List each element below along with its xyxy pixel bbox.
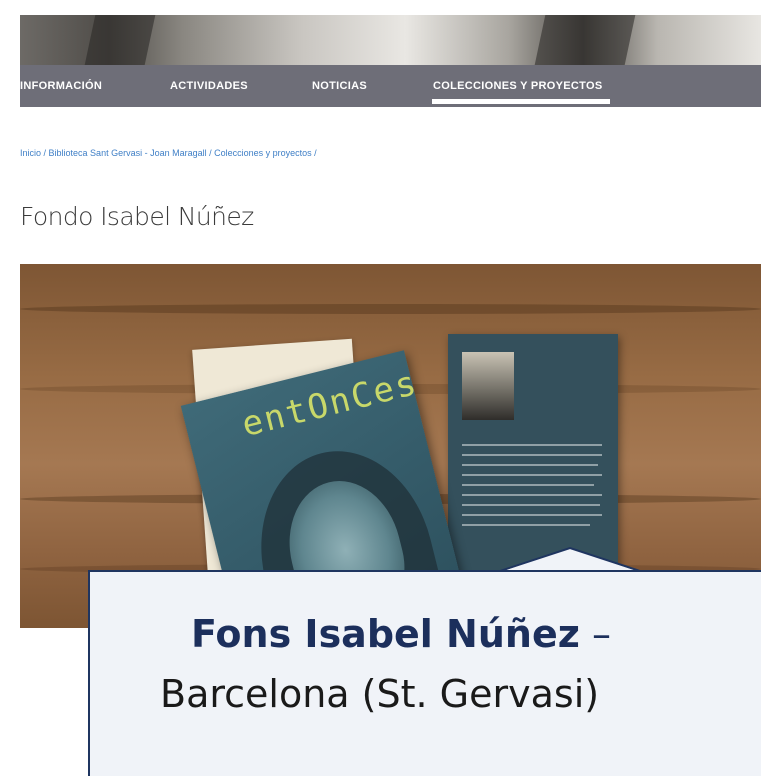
hero-shadow [84, 15, 156, 65]
wood-grain [20, 304, 761, 314]
nav-item-actividades[interactable]: ACTIVIDADES [170, 65, 248, 107]
nav-item-informacion[interactable]: INFORMACIÓN [20, 65, 102, 107]
back-cover-text [462, 524, 590, 526]
breadcrumb-separator: / [311, 148, 317, 158]
breadcrumb-separator: / [41, 148, 49, 158]
breadcrumb-separator: / [206, 148, 215, 158]
callout-heading: Fons Isabel Núñez – [191, 612, 611, 656]
author-portrait [462, 352, 514, 420]
back-cover-text [462, 444, 602, 446]
back-cover-text [462, 494, 602, 496]
back-cover-text [462, 514, 602, 516]
back-cover-text [462, 504, 600, 506]
hero-banner-image [20, 15, 761, 65]
hero-shadow [534, 15, 636, 65]
breadcrumb: Inicio / Biblioteca Sant Gervasi - Joan … [20, 148, 317, 158]
active-nav-indicator [432, 99, 610, 104]
main-navigation: INFORMACIÓN ACTIVIDADES NOTICIAS COLECCI… [20, 65, 761, 107]
back-cover-text [462, 484, 594, 486]
nav-item-noticias[interactable]: NOTICIAS [312, 65, 367, 107]
callout-location: Barcelona (St. Gervasi) [160, 672, 600, 716]
breadcrumb-link-inicio[interactable]: Inicio [20, 148, 41, 158]
callout-pointer [500, 547, 640, 572]
breadcrumb-link-biblioteca[interactable]: Biblioteca Sant Gervasi - Joan Maragall [49, 148, 207, 158]
callout-dash: – [579, 612, 611, 656]
back-cover-text [462, 454, 602, 456]
page-title: Fondo Isabel Núñez [20, 202, 254, 231]
breadcrumb-link-colecciones[interactable]: Colecciones y proyectos [214, 148, 312, 158]
callout-collection-name: Fons Isabel Núñez [191, 612, 580, 656]
back-cover-text [462, 464, 598, 466]
back-cover-text [462, 474, 602, 476]
